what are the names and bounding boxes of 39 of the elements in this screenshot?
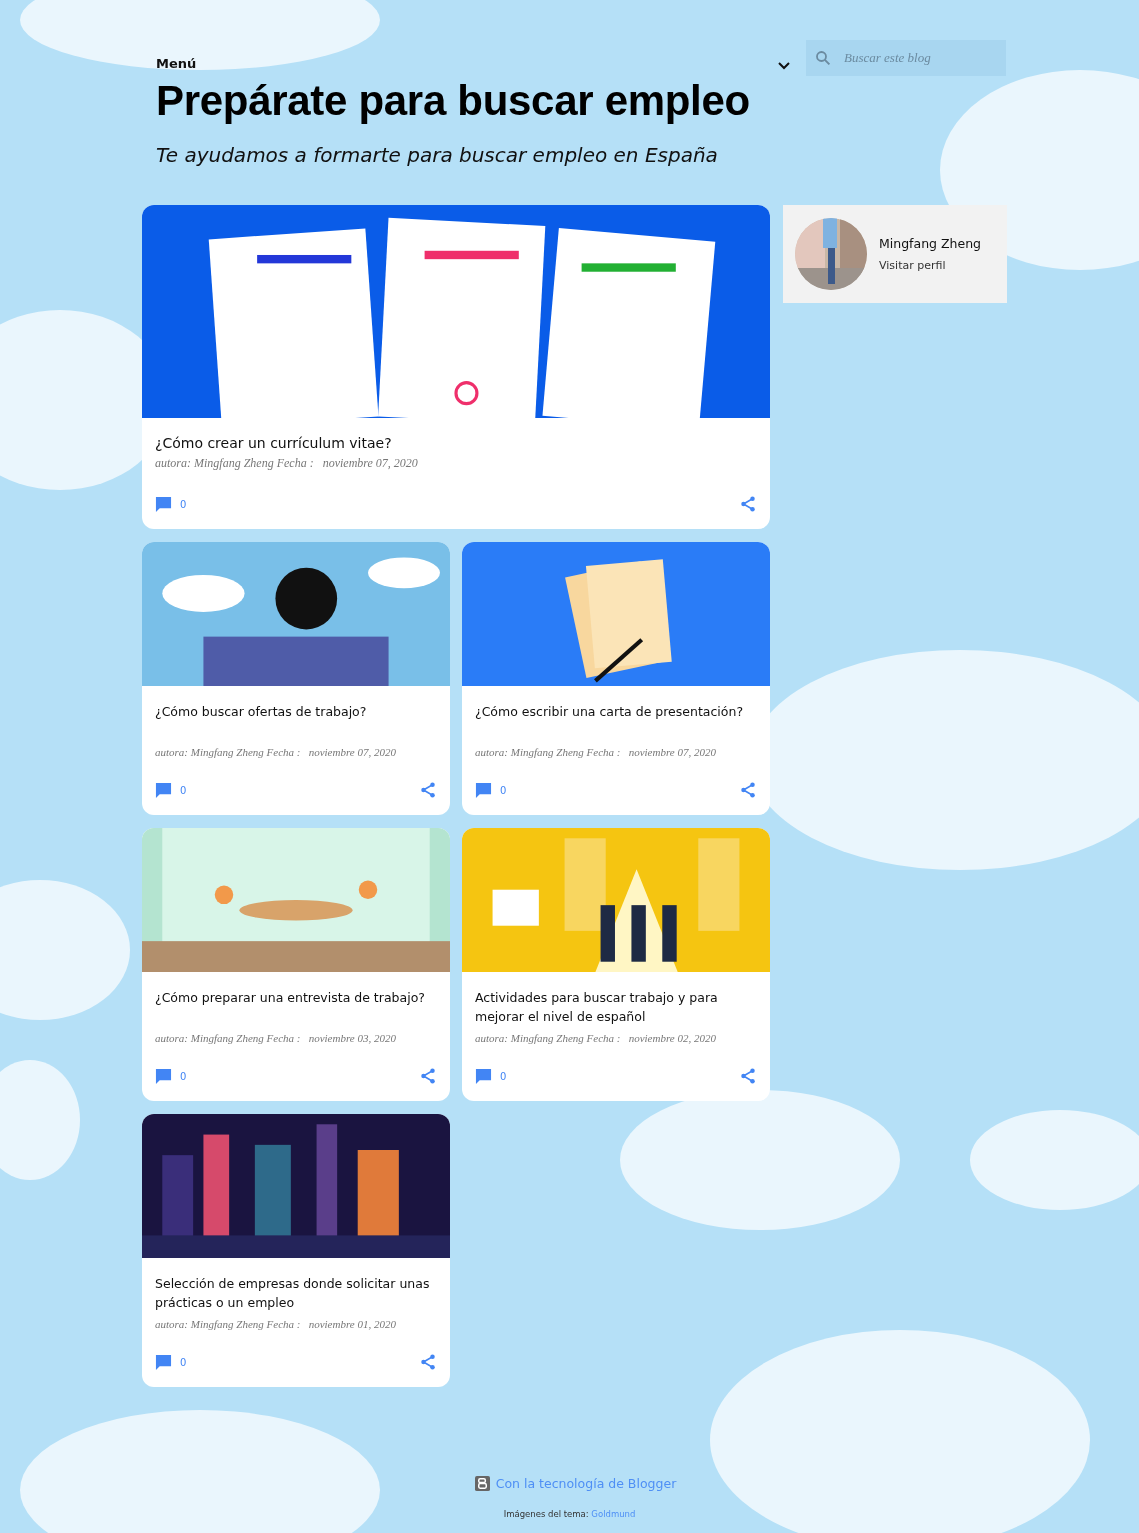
comment-icon [155,781,172,799]
post-meta: autora: Mingfang Zheng Fecha : noviembre 07, 2020 [155,746,397,758]
post-meta: autora: Mingfang Zheng Fecha : noviembre 07, 2020 [475,746,717,758]
blog-title[interactable]: Prepárate para buscar empleo [156,77,790,125]
comment-count[interactable]: 0 [475,781,507,799]
comment-count[interactable]: 0 [155,1353,187,1371]
post-meta: autora: Mingfang Zheng Fecha : noviembre 03, 2020 [155,1032,397,1044]
theme-credit: Imágenes del tema: [503,1509,589,1519]
post-title[interactable]: Actividades para buscar trabajo y para mejorar el nivel de español [475,988,757,1026]
visit-profile-link[interactable]: Visitar perfil [879,259,982,272]
search-field[interactable]: Buscar este blog [806,40,1006,76]
comment-icon [475,1067,492,1085]
comment-count[interactable]: 0 [155,1067,187,1085]
share-icon[interactable] [739,781,757,799]
post-title[interactable]: Selección de empresas donde solicitar unas prácticas o un empleo [155,1274,437,1312]
comment-icon [155,495,172,513]
comment-count[interactable]: 0 [155,495,187,513]
blog-description: Te ayudamos a formarte para buscar empleo en España [156,143,719,167]
post-meta: autora: Mingfang Zheng Fecha : noviembre 02, 2020 [475,1032,717,1044]
post-meta: autora: Mingfang Zheng Fecha : noviembre 01, 2020 [155,1318,397,1330]
comment-count[interactable]: 0 [155,781,187,799]
share-icon[interactable] [419,1353,437,1371]
post-title[interactable]: ¿Cómo crear un currículum vitae? [155,434,757,453]
post-title[interactable]: ¿Cómo buscar ofertas de trabajo? [155,702,437,740]
post-meta: autora: Mingfang Zheng Fecha : noviembre 07, 2020 [155,456,419,471]
comment-icon [155,1353,172,1371]
share-icon[interactable] [419,1067,437,1085]
share-icon[interactable] [739,495,757,513]
post-title[interactable]: ¿Cómo preparar una entrevista de trabajo? [155,988,437,1026]
author-name[interactable]: Mingfang Zheng [879,236,982,251]
share-icon[interactable] [739,1067,757,1085]
share-icon[interactable] [419,781,437,799]
post-title[interactable]: ¿Cómo escribir una carta de presentación? [475,702,757,740]
search-icon [814,49,832,67]
comment-icon [475,781,492,799]
menu-button[interactable]: Menú [156,56,197,71]
chevron-down-icon[interactable] [778,61,790,70]
comment-icon [155,1067,172,1085]
comment-count[interactable]: 0 [475,1067,507,1085]
